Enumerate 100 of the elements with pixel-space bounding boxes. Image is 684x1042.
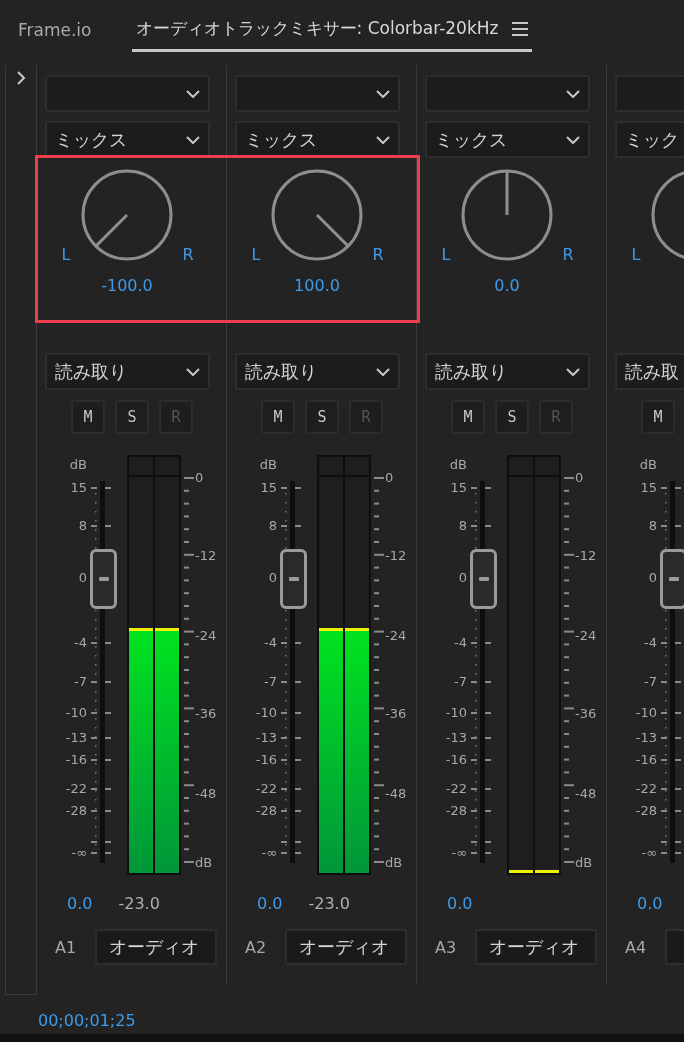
fader-scale-label: dB <box>69 458 87 472</box>
track-id: A4 <box>625 937 648 957</box>
automation-dropdown[interactable]: 読み取り <box>45 353 210 390</box>
fader-scale-label: 8 <box>648 519 657 533</box>
track-name-field[interactable]: オーディオ <box>285 929 407 965</box>
mix-dropdown[interactable]: ミック <box>615 121 684 158</box>
automation-dropdown[interactable]: 読み取り <box>235 353 400 390</box>
fader-scale-label: -10 <box>65 706 87 720</box>
fader-scale-label: -10 <box>255 706 277 720</box>
meter-scale-label: -24 <box>195 629 217 643</box>
effect-dropdown[interactable] <box>45 75 210 112</box>
fader-scale-label: -∞ <box>641 846 657 860</box>
track-name-field[interactable]: オーディオ <box>95 929 217 965</box>
fader-scale-label: -28 <box>445 804 467 818</box>
chevron-down-icon <box>566 89 580 98</box>
pan-knob[interactable] <box>460 168 554 262</box>
fader-scale-label: -16 <box>445 753 467 767</box>
fader-scale-label: -13 <box>255 731 277 745</box>
track-toggle-button[interactable]: S <box>495 400 529 434</box>
fader-scale-label: -28 <box>65 804 87 818</box>
pan-knob[interactable] <box>80 168 174 262</box>
meter-scale-label: -48 <box>575 787 597 801</box>
volume-fader-thumb[interactable] <box>660 549 684 609</box>
fader-scale-label: -10 <box>635 706 657 720</box>
meter-scale-label: -24 <box>385 629 407 643</box>
mix-dropdown[interactable]: ミックス <box>425 121 590 158</box>
fader-scale-label: -13 <box>445 731 467 745</box>
fader-scale-label: -22 <box>255 782 277 796</box>
grip-icon <box>98 577 109 581</box>
chevron-down-icon <box>566 367 580 376</box>
fader-scale-label: 0 <box>268 571 277 585</box>
volume-fader-thumb[interactable] <box>280 549 307 609</box>
fader-scale-label: -4 <box>644 636 657 650</box>
volume-value[interactable]: 0.0 <box>637 893 663 913</box>
volume-fader-thumb[interactable] <box>90 549 117 609</box>
pan-left-label: L <box>440 245 452 264</box>
fader-scale-label: -7 <box>74 675 87 689</box>
meter-scale-label: -48 <box>385 787 407 801</box>
pan-value[interactable]: 0.0 <box>494 276 520 295</box>
chevron-right-icon[interactable] <box>17 71 25 85</box>
meter-scale-label: 0 <box>385 471 394 485</box>
meter-scale-label: 0 <box>575 471 584 485</box>
fader-scale-label: 0 <box>458 571 467 585</box>
fader-scale-label: 15 <box>450 481 467 495</box>
timecode[interactable]: 00;00;01;25 <box>38 1010 136 1030</box>
track-toggle-button[interactable]: S <box>305 400 339 434</box>
fader-scale-label: -∞ <box>451 846 467 860</box>
chevron-down-icon <box>186 89 200 98</box>
panel-tab[interactable]: オーディオトラックミキサー: Colorbar-20kHz <box>131 8 533 52</box>
meter-scale-label: dB <box>575 856 593 870</box>
fader-scale-label: -13 <box>635 731 657 745</box>
track-toggle-button[interactable]: S <box>115 400 149 434</box>
fader-scale-label: -∞ <box>261 846 277 860</box>
automation-dropdown[interactable]: 読み取 <box>615 353 684 390</box>
fader-scale-label: -16 <box>65 753 87 767</box>
pan-value[interactable]: 100.0 <box>294 276 340 295</box>
pan-right-label: R <box>371 245 385 264</box>
effect-dropdown[interactable] <box>235 75 400 112</box>
volume-value[interactable]: 0.0 <box>447 893 473 913</box>
volume-value[interactable]: 0.0 <box>257 893 283 913</box>
chevron-down-icon <box>376 135 390 144</box>
fader-scale-label: -10 <box>445 706 467 720</box>
fader-scale-label: 0 <box>648 571 657 585</box>
meter-scale-label: -24 <box>575 629 597 643</box>
meter-scale-label: -36 <box>195 707 217 721</box>
fader-scale-label: -22 <box>635 782 657 796</box>
volume-fader-thumb[interactable] <box>470 549 497 609</box>
fader-scale-label: -22 <box>65 782 87 796</box>
meter-scale-label: -48 <box>195 787 217 801</box>
pan-right-label: R <box>181 245 195 264</box>
fader-scale-label: 15 <box>260 481 277 495</box>
meter-scale-label: -36 <box>575 707 597 721</box>
chevron-down-icon <box>186 135 200 144</box>
fader-scale-label: -7 <box>644 675 657 689</box>
pan-knob[interactable] <box>270 168 364 262</box>
track-toggle-button[interactable]: M <box>261 400 295 434</box>
fader-scale-label: dB <box>449 458 467 472</box>
meter-scale-label: dB <box>385 856 403 870</box>
panel-name[interactable]: Frame.io <box>18 20 92 40</box>
fader-scale-label: 0 <box>78 571 87 585</box>
fader-scale-label: 15 <box>640 481 657 495</box>
volume-value[interactable]: 0.0 <box>67 893 93 913</box>
automation-dropdown[interactable]: 読み取り <box>425 353 590 390</box>
fader-scale-label: 8 <box>458 519 467 533</box>
pan-right-label: R <box>561 245 575 264</box>
chevron-down-icon <box>566 135 580 144</box>
menu-icon[interactable] <box>512 21 529 36</box>
track-name-field[interactable]: オーディオ <box>475 929 597 965</box>
meter-reading: -23.0 <box>118 893 160 913</box>
pan-value[interactable]: -100.0 <box>101 276 153 295</box>
fader-scale-label: -13 <box>65 731 87 745</box>
meter-reading: -23.0 <box>308 893 350 913</box>
effect-dropdown[interactable] <box>425 75 590 112</box>
fader-scale-label: -28 <box>255 804 277 818</box>
fader-scale-label: 8 <box>78 519 87 533</box>
track-toggle-button[interactable]: M <box>641 400 675 434</box>
track-toggle-button[interactable]: M <box>71 400 105 434</box>
fader-scale-label: -16 <box>635 753 657 767</box>
track-toggle-button[interactable]: M <box>451 400 485 434</box>
meter-scale-label: -12 <box>575 549 597 563</box>
